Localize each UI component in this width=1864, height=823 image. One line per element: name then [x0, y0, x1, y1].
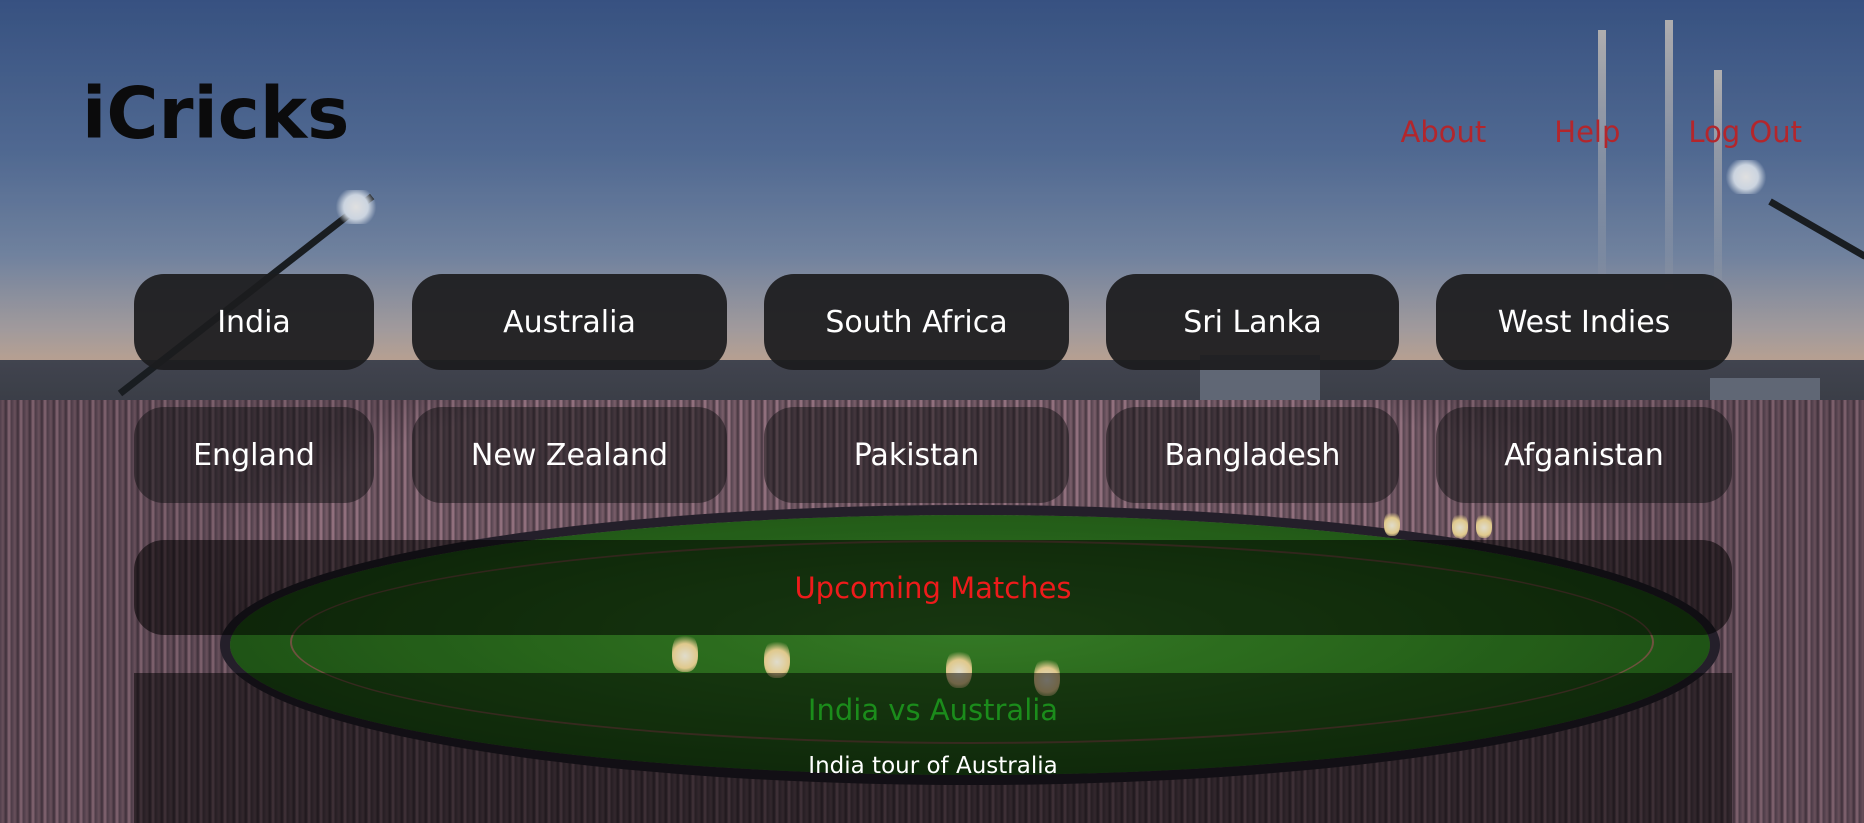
nav-help-link[interactable]: Help: [1554, 118, 1620, 147]
upcoming-matches-title: Upcoming Matches: [794, 570, 1072, 605]
upcoming-matches-header: Upcoming Matches: [134, 540, 1732, 635]
team-button-bangladesh[interactable]: Bangladesh: [1106, 407, 1399, 503]
team-button-new-zealand[interactable]: New Zealand: [412, 407, 727, 503]
match-title[interactable]: India vs Australia: [134, 693, 1732, 727]
team-button-australia[interactable]: Australia: [412, 274, 727, 370]
team-button-sri-lanka[interactable]: Sri Lanka: [1106, 274, 1399, 370]
page: iCricks About Help Log Out India Austral…: [0, 0, 1864, 823]
nav-about-link[interactable]: About: [1401, 118, 1487, 147]
team-button-west-indies[interactable]: West Indies: [1436, 274, 1732, 370]
team-button-south-africa[interactable]: South Africa: [764, 274, 1069, 370]
team-button-england[interactable]: England: [134, 407, 374, 503]
team-button-india[interactable]: India: [134, 274, 374, 370]
nav-logout-link[interactable]: Log Out: [1688, 118, 1802, 147]
match-subtitle: India tour of Australia: [808, 753, 1058, 779]
site-logo[interactable]: iCricks: [82, 78, 349, 149]
top-nav: About Help Log Out: [1401, 118, 1802, 147]
match-card[interactable]: India vs Australia India tour of Austral…: [134, 673, 1732, 823]
team-button-afganistan[interactable]: Afganistan: [1436, 407, 1732, 503]
team-button-pakistan[interactable]: Pakistan: [764, 407, 1069, 503]
